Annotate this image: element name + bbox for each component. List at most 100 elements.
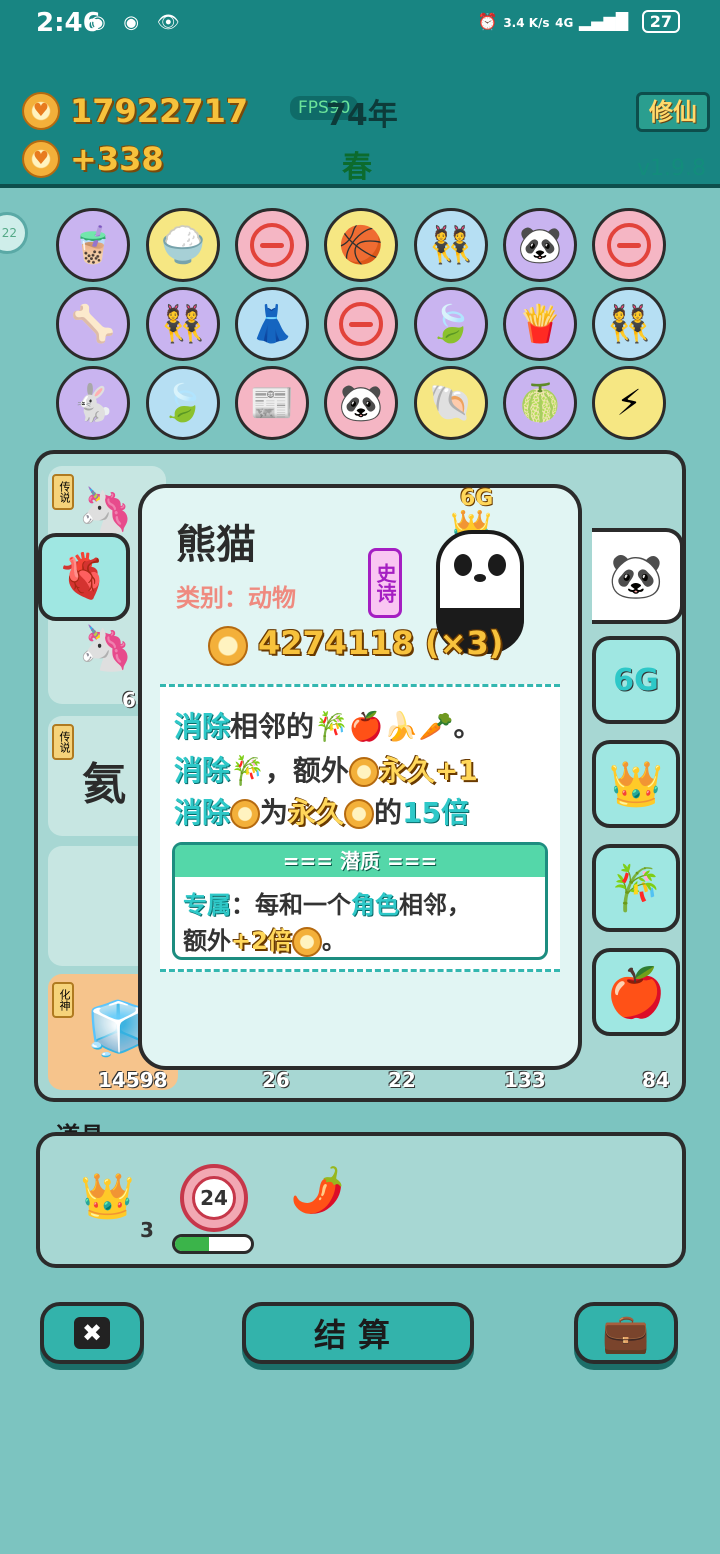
helium-element: 氦 <box>82 759 126 810</box>
board-cell[interactable]: 🦴 <box>56 287 130 361</box>
empty-minus-icon <box>339 302 383 346</box>
side-tab-6g[interactable]: 6G <box>592 636 680 724</box>
basketballs-icon: 🏀 <box>338 225 384 266</box>
income-value: +338 <box>70 140 164 178</box>
side-tab-crown[interactable]: 👑 <box>592 740 680 828</box>
slot-count: 133 <box>504 1068 546 1092</box>
side-tab-apple[interactable]: 🍎 <box>592 948 680 1036</box>
rarity-tag: 传说 <box>52 724 74 760</box>
side-counter[interactable]: 22 <box>0 212 28 254</box>
board-cell[interactable]: 👗 <box>235 287 309 361</box>
carrot-icon: 🥕 <box>418 710 454 743</box>
coin-total: 17922717 <box>70 92 249 130</box>
cancel-button[interactable]: ✖ <box>40 1302 144 1364</box>
potential-box: === 潜质 === 专属：每和一个角色相邻， 额外+2倍。 <box>172 842 548 960</box>
rabbit-icon: 🐇 <box>70 383 116 424</box>
potential-line-2: 额外+2倍。 <box>183 927 346 957</box>
crown-count: 3 <box>140 1218 154 1242</box>
character-name: 熊猫 <box>176 522 256 568</box>
rarity-tag: 传说 <box>52 474 74 510</box>
popup-side-tab[interactable]: 🫀 <box>38 533 130 621</box>
coin-icon <box>230 799 261 829</box>
board-cell[interactable]: 🧋 <box>56 208 130 282</box>
slot-count: 6 <box>122 688 136 712</box>
briefcase-button[interactable]: 💼 <box>574 1302 678 1364</box>
timer-progress <box>172 1234 254 1254</box>
character-value: 4274118 (×3) <box>258 624 504 662</box>
board-cell[interactable] <box>235 208 309 282</box>
potential-line-1: 专属：每和一个角色相邻， <box>183 891 471 919</box>
board-cell[interactable] <box>324 287 398 361</box>
coin-icon: ♥ <box>22 92 60 130</box>
panda-icon: 🐼 <box>608 551 664 602</box>
banana-icon: 🍌 <box>383 710 419 743</box>
battery-indicator: 27 <box>641 10 680 33</box>
value-coin-icon <box>208 626 248 666</box>
year-label: 74年 <box>326 98 398 133</box>
unicorn-icon: 🦄 <box>78 623 133 674</box>
signal-icon: ▂▄▆█ <box>578 12 629 31</box>
shell-icon: 🐚 <box>428 383 474 424</box>
crown-icon: 👑 <box>608 759 664 810</box>
fries-icon: 🍟 <box>517 304 563 345</box>
season-label: 春 <box>342 150 372 185</box>
income-coin-icon: ♥ <box>22 140 60 178</box>
notification-icons: ◉ ◉ 👁 <box>90 12 186 33</box>
board-cell[interactable]: 🐚 <box>414 366 488 440</box>
status-bar: 2:46 ◉ ◉ 👁 ⏰ 3.4 K/s 4G ▂▄▆█ 27 <box>0 0 720 50</box>
side-tab-panda[interactable]: 🐼 <box>592 528 684 624</box>
board-cell[interactable]: 👯 <box>592 287 666 361</box>
leaf-icon: 🍃 <box>160 383 206 424</box>
board-cell[interactable]: 🍟 <box>503 287 577 361</box>
apple-icon: 🍎 <box>348 710 384 743</box>
rarity-tag: 化神 <box>52 982 74 1018</box>
board-cell[interactable]: 🐼 <box>503 208 577 282</box>
net-speed: 3.4 K/s <box>503 16 550 30</box>
bamboo-icon: 🎋 <box>314 710 349 743</box>
alarm-icon: ⏰ <box>477 12 498 31</box>
liver-icon: 🫀 <box>56 551 112 602</box>
board-cell[interactable]: 👯 <box>414 208 488 282</box>
board-cell[interactable]: 🍚 <box>146 208 220 282</box>
board-cell[interactable]: ⚡ <box>592 366 666 440</box>
twin-girls-icon: 👯 <box>160 304 206 345</box>
side-tab-bamboo[interactable]: 🎋 <box>592 844 680 932</box>
bamboo-icon: 🎋 <box>230 754 265 787</box>
ability-line-2: 消除🎋，额外 永久+1 <box>174 754 478 787</box>
slot-count: 26 <box>262 1068 290 1092</box>
game-header: ♥ 17922717 ♥ +338 FPS90 74年 春 修仙 v1.9.8 <box>0 50 720 188</box>
board-cell[interactable]: 🍈 <box>503 366 577 440</box>
board-cell[interactable] <box>592 208 666 282</box>
board-cell[interactable]: 👯 <box>146 287 220 361</box>
slot-count: 14598 <box>98 1068 168 1092</box>
dog-food-icon: 🦴 <box>70 304 116 345</box>
board-cell[interactable]: 🍃 <box>414 287 488 361</box>
skirt-icon: 👗 <box>249 304 295 345</box>
settle-button[interactable]: 结算 <box>242 1302 474 1364</box>
close-icon: ✖ <box>73 1317 111 1349</box>
board-cell[interactable]: 🐼 <box>324 366 398 440</box>
crown-icon[interactable]: 👑 <box>80 1170 135 1222</box>
board-cell[interactable]: 🐇 <box>56 366 130 440</box>
guava-icon: 🍈 <box>517 383 563 424</box>
board-cell[interactable]: 📰 <box>235 366 309 440</box>
timer-target-icon[interactable]: 24 <box>180 1164 248 1232</box>
board-cell[interactable]: 🍃 <box>146 366 220 440</box>
lightning-icon: ⚡ <box>616 382 642 424</box>
potential-title: === 潜质 === <box>175 845 545 877</box>
coin-icon <box>344 799 375 829</box>
slot-count: 84 <box>642 1068 670 1092</box>
status-right: ⏰ 3.4 K/s 4G ▂▄▆█ 27 <box>478 10 680 33</box>
apple-icon: 🍎 <box>606 964 666 1021</box>
ability-line-1: 消除相邻的🎋🍎🍌🥕。 <box>174 710 482 743</box>
leaf-icon: 🍃 <box>428 304 474 345</box>
chili-icon[interactable]: 🌶️ <box>290 1164 345 1216</box>
coin-icon <box>291 927 322 957</box>
slot-count: 22 <box>388 1068 416 1092</box>
empty-minus-icon <box>607 223 651 267</box>
twin-girls-icon: 👯 <box>428 225 474 266</box>
network-label: 4G <box>555 16 574 30</box>
cultivate-button[interactable]: 修仙 <box>636 92 710 132</box>
board-cell[interactable]: 🏀 <box>324 208 398 282</box>
bamboo-icon: 🎋 <box>608 863 664 914</box>
